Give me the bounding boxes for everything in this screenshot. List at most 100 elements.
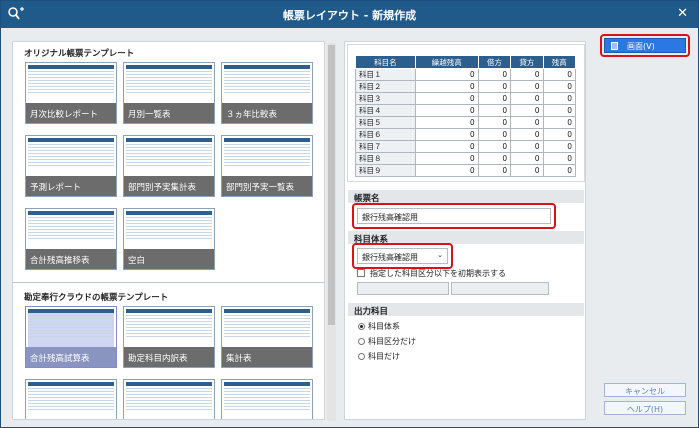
original-templates-heading: オリジナル帳票テンプレート (24, 49, 135, 59)
preview-row: 科目１ 0 0 0 0 (355, 68, 577, 81)
template-card[interactable]: 集計表 (221, 306, 313, 368)
close-icon[interactable]: ✕ (677, 6, 688, 21)
gallery-scrollbar[interactable] (327, 43, 336, 421)
template-card[interactable] (123, 379, 215, 419)
preview-cell: 0 (477, 116, 512, 129)
preview-cell: 0 (414, 68, 479, 81)
preview-cell: 科目１ (355, 68, 416, 81)
preview-row: 科目５ 0 0 0 0 (355, 116, 577, 129)
preview-cell: 0 (510, 128, 544, 141)
template-card-label: ３ヵ年比較表 (222, 103, 312, 123)
preview-column-header: 繰越残高 (414, 55, 479, 69)
report-layout-dialog: 帳票レイアウト - 新規作成 ✕ オリジナル帳票テンプレート 月次比較レポート … (0, 0, 699, 428)
template-card-label: 空白 (124, 249, 214, 269)
preview-cell: 0 (510, 140, 544, 153)
preview-row: 科目３ 0 0 0 0 (355, 92, 577, 105)
template-card[interactable]: 合計残高推移表 (25, 208, 117, 270)
preview-cell: 科目４ (355, 104, 416, 117)
template-card[interactable]: ３ヵ年比較表 (221, 62, 313, 124)
preview-column-header: 借方 (477, 55, 512, 69)
highlight-box (600, 34, 690, 57)
preview-cell: 0 (477, 68, 512, 81)
preview-cell: 科目３ (355, 92, 416, 105)
preview-cell: 0 (414, 116, 479, 129)
help-button[interactable]: ヘルプ(H) (604, 401, 686, 415)
preview-cell: 0 (542, 92, 577, 105)
highlight-box (352, 203, 556, 229)
preview-cell: 0 (510, 80, 544, 93)
radio-category-only[interactable] (358, 338, 365, 345)
template-card-label: 合計残高推移表 (26, 249, 116, 269)
preview-cell: 0 (414, 152, 479, 165)
template-card[interactable]: 空白 (123, 208, 215, 270)
preview-cell: 科目７ (355, 140, 416, 153)
cancel-button[interactable]: キャンセル (604, 383, 686, 397)
layout-preview: 科目名 繰越残高 借方 貸方 残高 科目１ 0 0 0 0 科目２ 0 0 0 0 科目３ 0 0 0 0 科目４ 0 0… (347, 44, 585, 182)
template-card-label: 月次比較レポート (26, 103, 116, 123)
preview-cell: 科目６ (355, 128, 416, 141)
output-accounts-label: 出力科目 (348, 303, 584, 317)
template-gallery: オリジナル帳票テンプレート 月次比較レポート 月別一覧表 ３ヵ年比較表 予測レポ… (12, 41, 325, 420)
window-title: 帳票レイアウト - 新規作成 (282, 9, 417, 22)
template-card[interactable]: 月次比較レポート (25, 62, 117, 124)
template-card[interactable] (221, 379, 313, 419)
preview-column-header: 残高 (542, 55, 577, 69)
preview-row: 科目６ 0 0 0 0 (355, 128, 577, 141)
template-card-selected[interactable]: 合計残高試算表 (25, 306, 117, 368)
radio-accounts-only[interactable] (358, 353, 365, 360)
preview-cell: 0 (542, 68, 577, 81)
preview-cell: 科目５ (355, 116, 416, 129)
title-bar: 帳票レイアウト - 新規作成 ✕ (1, 1, 698, 28)
preview-row: 科目４ 0 0 0 0 (355, 104, 577, 117)
radio-label: 科目体系 (368, 322, 400, 331)
preview-cell: 0 (542, 128, 577, 141)
preview-cell: 0 (414, 92, 479, 105)
preview-cell: 科目８ (355, 152, 416, 165)
preview-cell: 0 (414, 104, 479, 117)
preview-table: 科目名 繰越残高 借方 貸方 残高 科目１ 0 0 0 0 科目２ 0 0 0 0 科目３ 0 0 0 0 科目４ 0 0… (355, 55, 577, 177)
preview-cell: 0 (477, 80, 512, 93)
template-card-label: 予測レポート (26, 176, 116, 196)
template-card-label: 勘定科目内訳表 (124, 347, 214, 367)
report-name-label: 帳票名 (348, 190, 584, 204)
preview-cell: 0 (510, 152, 544, 165)
category-to-field[interactable] (451, 282, 549, 295)
template-card-label: 月別一覧表 (124, 103, 214, 123)
preview-column-header: 科目名 (355, 55, 416, 69)
preview-cell: 0 (510, 104, 544, 117)
preview-row: 科目８ 0 0 0 0 (355, 152, 577, 165)
preview-cell: 0 (414, 140, 479, 153)
scrollbar-thumb[interactable] (328, 45, 335, 325)
preview-cell: 0 (510, 92, 544, 105)
preview-cell: 0 (542, 152, 577, 165)
preview-cell: 0 (477, 140, 512, 153)
preview-cell: 0 (414, 128, 479, 141)
template-card[interactable]: 予測レポート (25, 135, 117, 197)
template-card[interactable]: 月別一覧表 (123, 62, 215, 124)
preview-row: 科目２ 0 0 0 0 (355, 80, 577, 93)
preview-cell: 0 (477, 152, 512, 165)
kanjo-templates-heading: 勘定奉行クラウドの帳票テンプレート (24, 293, 169, 303)
preview-cell: 0 (414, 164, 479, 177)
template-card-label: 合計残高試算表 (26, 347, 116, 367)
initial-display-checkbox[interactable] (357, 269, 365, 277)
category-from-field[interactable] (357, 282, 449, 295)
preview-cell: 0 (542, 164, 577, 177)
template-card[interactable]: 部門別予実一覧表 (221, 135, 313, 197)
template-card[interactable]: 部門別予実集計表 (123, 135, 215, 197)
radio-label: 科目だけ (368, 352, 400, 361)
preview-cell: 0 (510, 68, 544, 81)
preview-cell: 0 (477, 128, 512, 141)
template-card-label: 部門別予実集計表 (124, 176, 214, 196)
template-card[interactable]: 勘定科目内訳表 (123, 306, 215, 368)
template-card[interactable] (25, 379, 117, 419)
radio-label: 科目区分だけ (368, 337, 416, 346)
initial-display-option[interactable]: 指定した科目区分以下を初期表示する (345, 269, 587, 279)
preview-cell: 0 (414, 80, 479, 93)
preview-cell: 科目９ (355, 164, 416, 177)
initial-display-label: 指定した科目区分以下を初期表示する (370, 269, 506, 278)
section-divider (13, 282, 324, 283)
preview-cell: 科目２ (355, 80, 416, 93)
preview-column-header: 貸方 (510, 55, 544, 69)
radio-account-system[interactable] (358, 323, 365, 330)
